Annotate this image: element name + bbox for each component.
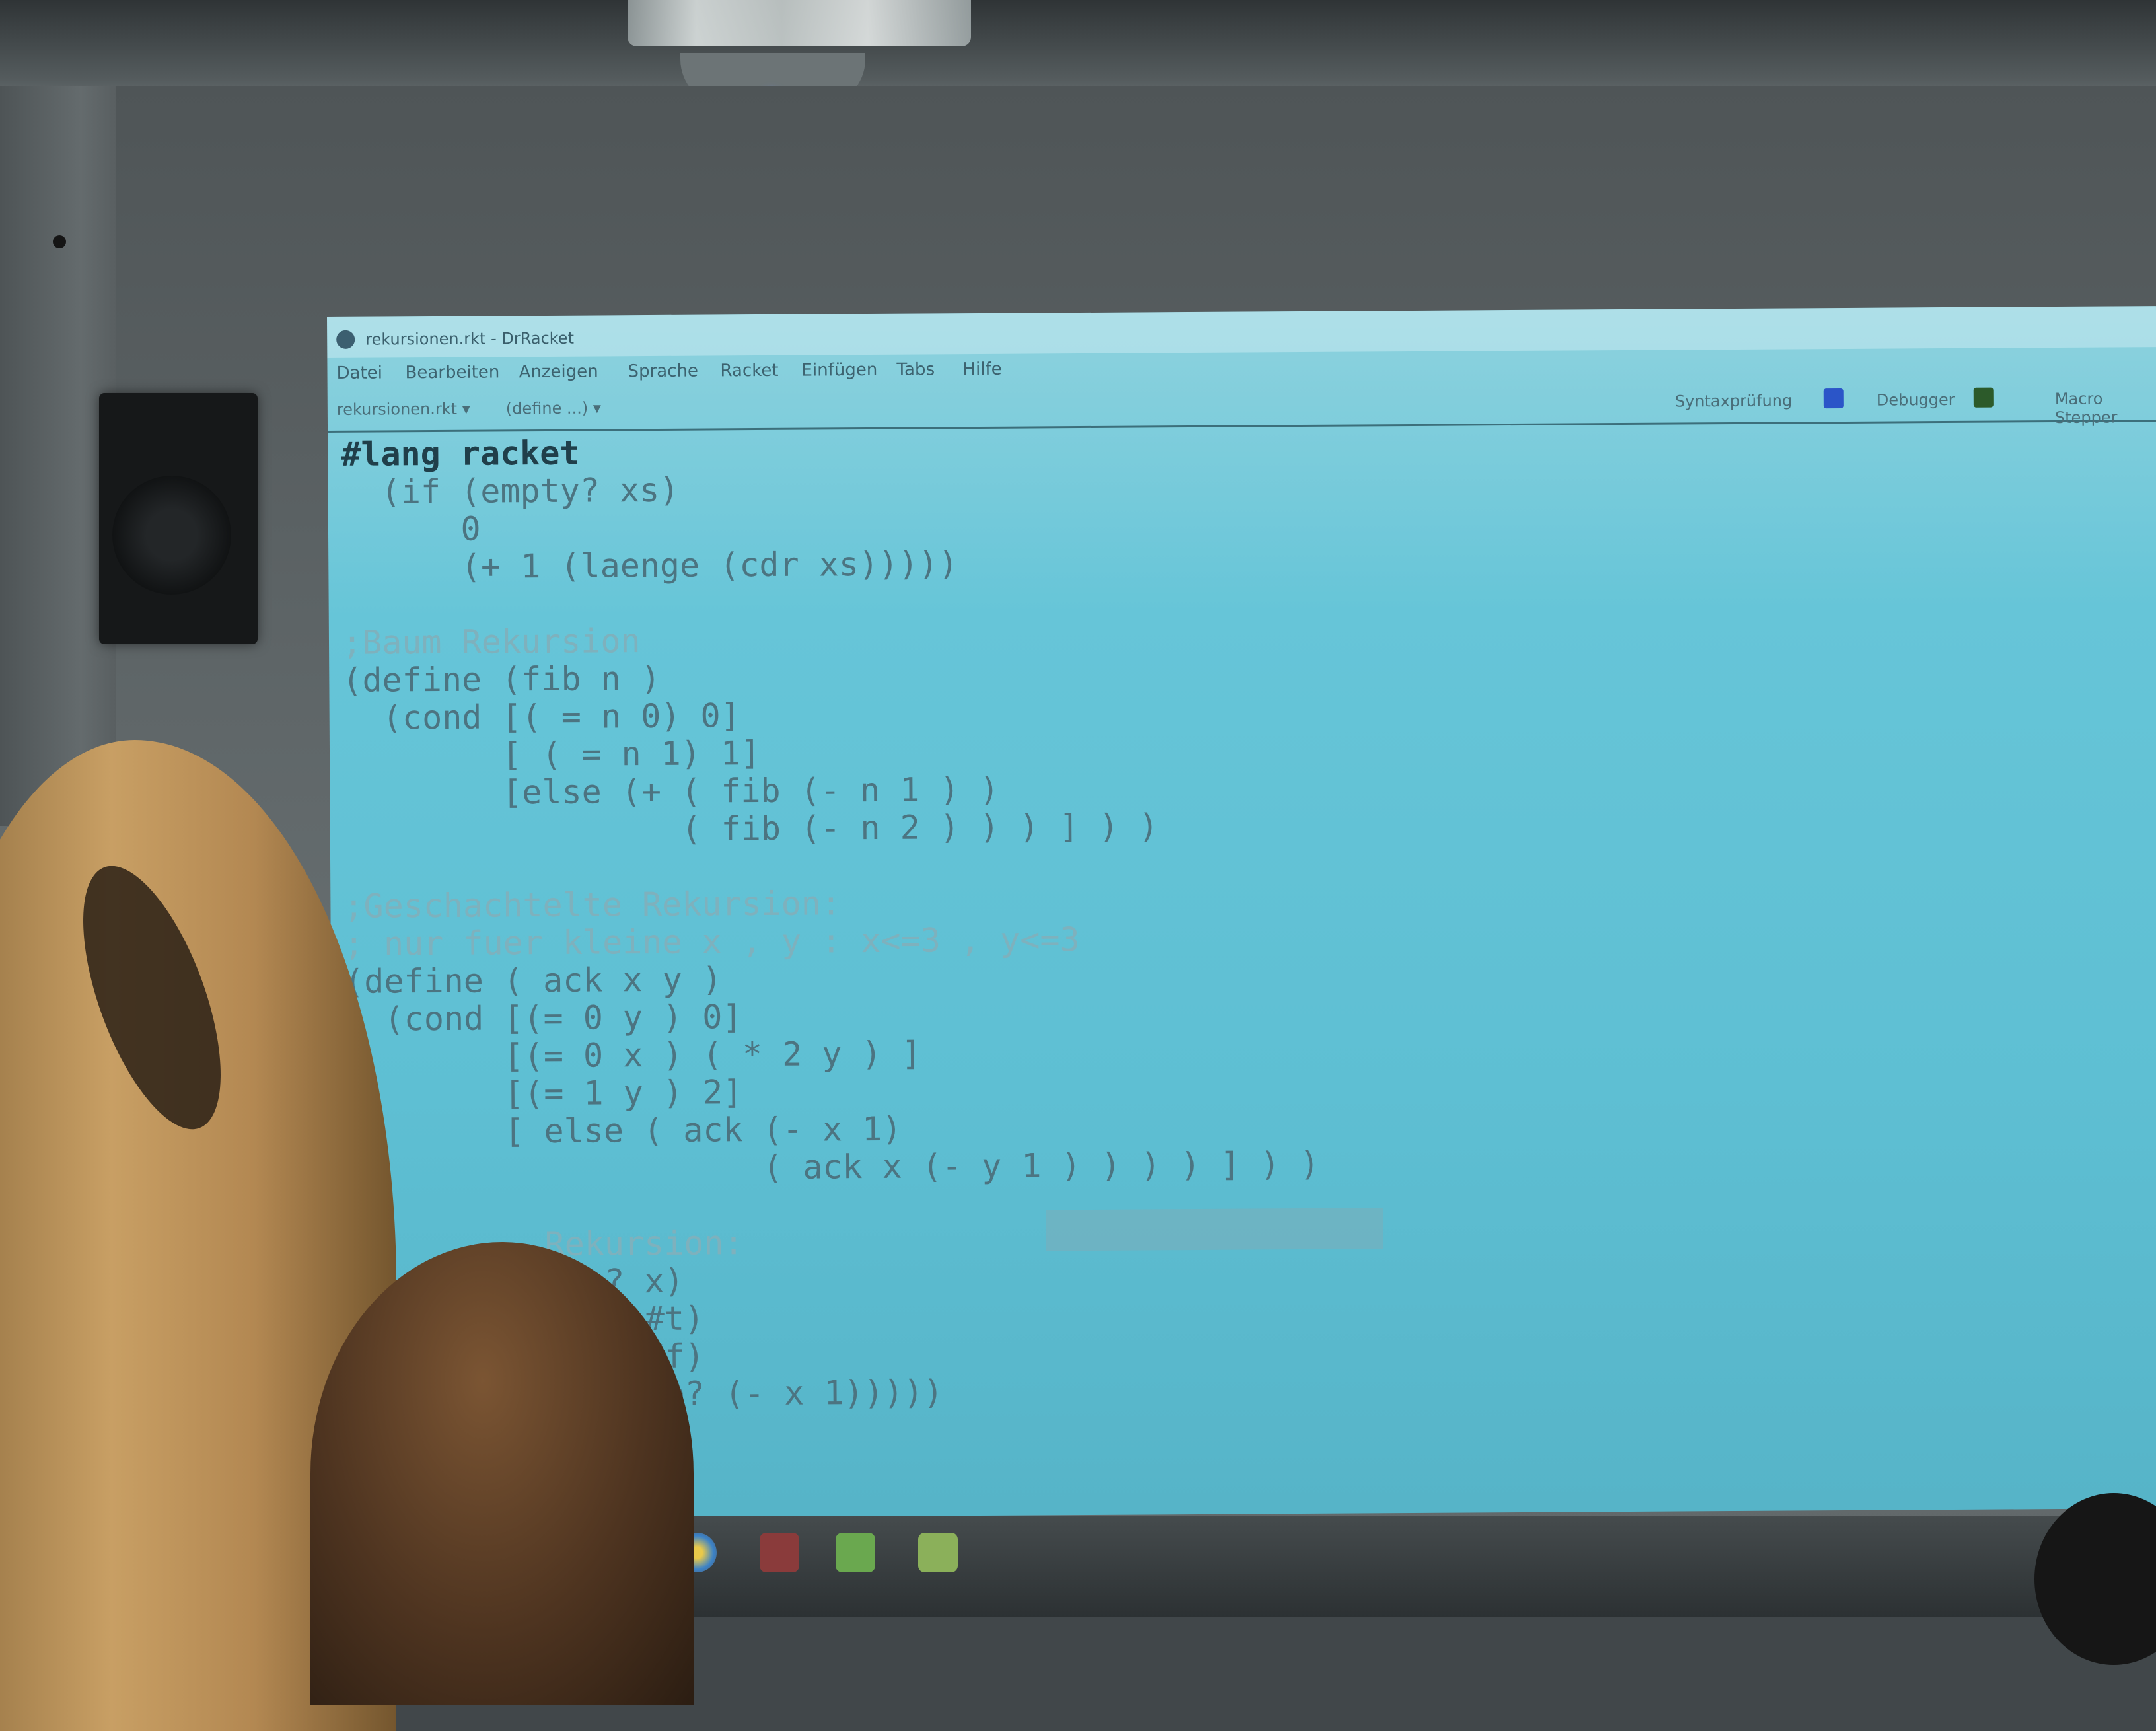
menu-bearbeiten[interactable]: Bearbeiten xyxy=(405,362,499,383)
menu-einfuegen[interactable]: Einfügen xyxy=(801,360,877,381)
ceiling-light xyxy=(628,0,971,46)
wall-socket xyxy=(53,235,66,248)
macro-stepper-button[interactable]: Macro Stepper xyxy=(2055,389,2156,427)
menu-hilfe[interactable]: Hilfe xyxy=(962,359,1001,379)
define-dropdown[interactable]: (define ...) ▾ xyxy=(506,398,601,418)
file-dropdown[interactable]: rekursionen.rkt ▾ xyxy=(337,400,470,419)
window-title: rekursionen.rkt - DrRacket xyxy=(365,328,575,349)
drracket-logo-icon xyxy=(336,330,355,349)
code-comment-line: ;Baum Rekursion xyxy=(341,622,641,662)
app-icon[interactable] xyxy=(760,1533,799,1572)
ceiling xyxy=(0,0,2156,92)
menu-racket[interactable]: Racket xyxy=(720,361,778,381)
person-brown-hair xyxy=(310,1242,694,1705)
menu-datei[interactable]: Datei xyxy=(336,363,382,383)
file-icon[interactable] xyxy=(836,1533,875,1572)
menu-tabs[interactable]: Tabs xyxy=(896,359,935,379)
bug-icon xyxy=(1973,387,1994,408)
code-line: #lang racket xyxy=(341,433,580,474)
check-icon xyxy=(1823,388,1844,409)
wall-column xyxy=(0,86,116,826)
menu-sprache[interactable]: Sprache xyxy=(628,361,698,382)
code-comment-line: ;Geschachtelte Rekursion: xyxy=(343,884,842,926)
debugger-button[interactable]: Debugger xyxy=(1877,390,1955,410)
menu-anzeigen[interactable]: Anzeigen xyxy=(519,361,598,382)
code-comment-line: ; nur fuer kleine x , y : x<=3 , y<=3 xyxy=(343,920,1080,963)
speaker-cone xyxy=(112,476,231,595)
syntax-check-button[interactable]: Syntaxprüfung xyxy=(1675,391,1793,410)
folder-icon[interactable] xyxy=(918,1533,958,1572)
